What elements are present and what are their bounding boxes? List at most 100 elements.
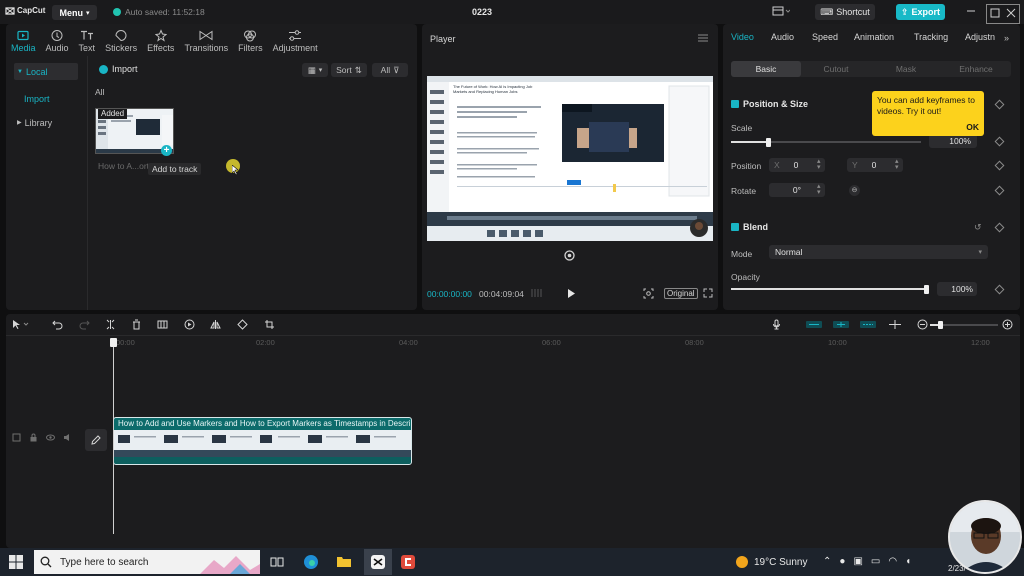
checkbox-checked-icon[interactable] (731, 100, 739, 108)
opacity-slider[interactable] (731, 285, 929, 294)
subtab-cutout[interactable]: Cutout (801, 61, 871, 77)
undo-icon[interactable] (52, 319, 63, 330)
rotate-reset-icon[interactable]: ⊖ (849, 185, 860, 196)
filter-all-button[interactable]: All ⊽ (372, 63, 408, 77)
playhead-line[interactable] (113, 338, 114, 534)
scale-slider-knob[interactable] (766, 138, 771, 147)
opacity-value-field[interactable]: 100% (937, 282, 977, 296)
zoom-slider-knob[interactable] (938, 321, 943, 329)
blend-mode-select[interactable]: Normal ▾ (769, 245, 988, 259)
delete-icon[interactable] (131, 319, 142, 330)
magnet-link-icon[interactable] (806, 319, 822, 330)
play-reverse-icon[interactable] (184, 319, 195, 330)
tab-stickers[interactable]: Stickers (100, 27, 142, 53)
hamburger-icon[interactable] (698, 34, 708, 42)
chevron-up-icon[interactable]: ⌃ (823, 556, 831, 567)
split-icon[interactable] (105, 319, 116, 330)
mirror-icon[interactable] (210, 319, 221, 330)
task-view-icon[interactable] (270, 555, 284, 569)
volume-icon[interactable]: ◖ (905, 556, 911, 567)
tab-adjustment[interactable]: Adjustment (268, 27, 323, 53)
nav-local[interactable]: ▼ Local (14, 63, 78, 80)
keyframe-diamond-icon[interactable] (994, 185, 1005, 196)
timecode-grid-icon[interactable] (531, 288, 543, 298)
windows-start-icon[interactable] (9, 555, 23, 569)
file-explorer-icon[interactable] (336, 554, 352, 570)
window-controls[interactable] (986, 4, 1020, 24)
location-icon[interactable]: ● (839, 556, 845, 567)
keyframe-diamond-icon[interactable] (994, 99, 1005, 110)
rotate-icon[interactable] (237, 319, 248, 330)
fullscreen-icon[interactable] (703, 288, 713, 298)
add-to-track-plus-icon[interactable]: + (161, 145, 172, 156)
export-button[interactable]: ⇪ Export (896, 4, 945, 20)
aspect-original-button[interactable]: Original (664, 288, 698, 299)
auto-snap-icon[interactable] (833, 319, 849, 330)
tab-effects[interactable]: Effects (142, 27, 179, 53)
zoom-slider[interactable] (930, 321, 998, 329)
checkbox-checked-icon[interactable] (731, 223, 739, 231)
microphone-icon[interactable] (771, 319, 782, 330)
minimize-icon[interactable] (966, 6, 976, 16)
tab-tracking[interactable]: Tracking (914, 32, 948, 42)
capcut-taskbar-icon[interactable] (364, 549, 392, 575)
visibility-eye-icon[interactable] (46, 433, 55, 442)
tab-audio[interactable]: Audio (41, 27, 74, 53)
lock-icon[interactable] (29, 433, 38, 442)
battery-icon[interactable]: ▭ (871, 556, 880, 567)
taskbar-search-input[interactable]: Type here to search (34, 550, 260, 574)
loop-icon[interactable] (564, 250, 575, 261)
redo-icon[interactable] (79, 319, 90, 330)
zoom-out-icon[interactable] (917, 319, 928, 330)
layout-icon[interactable] (772, 6, 790, 17)
keyframe-tip-ok-button[interactable]: OK (966, 122, 979, 133)
opacity-slider-knob[interactable] (924, 285, 929, 294)
view-toggle[interactable]: ▦ ▾ (302, 63, 328, 77)
tab-audio-props[interactable]: Audio (771, 32, 794, 42)
edge-browser-icon[interactable] (303, 554, 319, 570)
shortcut-button[interactable]: ⌨ Shortcut (815, 4, 875, 20)
keyframe-diamond-icon[interactable] (994, 284, 1005, 295)
tab-adjustment-props[interactable]: Adjustn (965, 32, 995, 42)
tab-video[interactable]: Video (731, 32, 754, 42)
tabs-more-icon[interactable]: » (1004, 33, 1009, 43)
video-preview[interactable] (427, 76, 713, 241)
scale-slider[interactable] (731, 138, 921, 147)
menu-button[interactable]: Menu ▾ (52, 5, 97, 20)
red-app-icon[interactable] (400, 554, 416, 570)
freeze-frame-icon[interactable] (157, 319, 168, 330)
import-button[interactable]: Import (99, 64, 138, 74)
keyframe-diamond-icon[interactable] (994, 136, 1005, 147)
preview-axis-icon[interactable] (888, 319, 902, 330)
sort-button[interactable]: Sort ⇅ (331, 63, 367, 77)
scale-value-field[interactable]: 100% (929, 134, 977, 148)
select-arrow-icon[interactable] (12, 319, 30, 330)
subtab-enhance[interactable]: Enhance (941, 61, 1011, 77)
zoom-in-icon[interactable] (1002, 319, 1013, 330)
crop-icon[interactable] (264, 319, 275, 330)
reset-icon[interactable]: ↺ (974, 222, 982, 233)
project-title[interactable]: 0223 (462, 7, 502, 17)
tab-media[interactable]: Media (6, 27, 41, 53)
tab-speed[interactable]: Speed (812, 32, 838, 42)
linkage-icon[interactable] (860, 319, 876, 330)
play-icon[interactable] (567, 288, 576, 299)
tab-filters[interactable]: Filters (233, 27, 268, 53)
weather-widget[interactable]: 19°C Sunny (736, 556, 807, 568)
subtab-mask[interactable]: Mask (871, 61, 941, 77)
tab-animation[interactable]: Animation (854, 32, 894, 42)
wifi-icon[interactable]: ◠ (888, 556, 897, 567)
blend-section[interactable]: Blend (731, 222, 768, 232)
keyframe-diamond-icon[interactable] (994, 160, 1005, 171)
playhead-handle[interactable] (110, 338, 117, 347)
audio-mute-icon[interactable] (63, 433, 72, 442)
nav-import[interactable]: Import (14, 90, 78, 107)
subtab-basic[interactable]: Basic (731, 61, 801, 77)
position-size-section[interactable]: Position & Size (731, 99, 808, 109)
keyframe-diamond-icon[interactable] (994, 222, 1005, 233)
cover-icon[interactable] (12, 433, 21, 442)
rotate-stepper-icon[interactable]: ▴ ▾ (817, 183, 821, 196)
nav-library[interactable]: ▶ Library (14, 114, 78, 131)
timeline-ruler[interactable]: 00:00 02:00 04:00 06:00 08:00 10:00 12:0… (6, 338, 1020, 348)
network-icon[interactable]: ▣ (853, 556, 862, 567)
